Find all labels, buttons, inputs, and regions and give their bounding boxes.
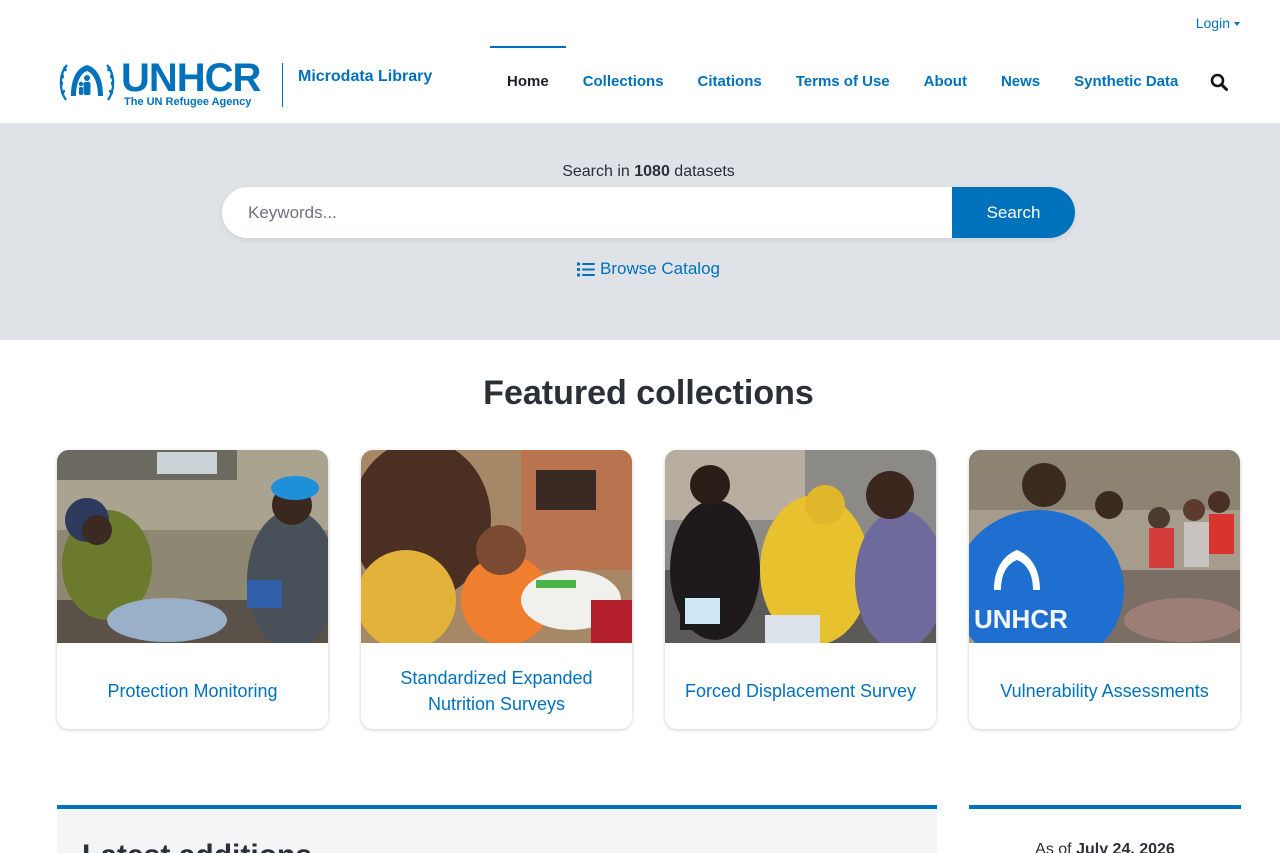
featured-cards: Protection Monitoring Standardized Expan…	[57, 450, 1240, 729]
nav-home[interactable]: Home	[490, 46, 566, 116]
nav-collections[interactable]: Collections	[566, 46, 681, 116]
site-name[interactable]: Microdata Library	[298, 68, 432, 86]
logo-divider	[282, 63, 283, 107]
collection-photo: UNHCR	[969, 450, 1240, 670]
collection-card-label: Forced Displacement Survey	[684, 681, 917, 701]
nav-synthetic-data[interactable]: Synthetic Data	[1057, 46, 1195, 116]
collection-card-forced-displacement[interactable]: Forced Displacement Survey	[665, 450, 936, 729]
as-of-date: July 24, 2026	[1076, 841, 1175, 853]
nav-citations[interactable]: Citations	[681, 46, 779, 116]
search-hero: Search in 1080 datasets Search Browse Ca…	[0, 124, 1280, 340]
unhcr-emblem-icon	[59, 64, 115, 101]
collection-card-label: Protection Monitoring	[107, 681, 278, 701]
caret-down-icon	[1234, 21, 1240, 26]
collection-photo	[57, 450, 328, 650]
as-of-text: As of July 24, 2026	[969, 841, 1241, 853]
search-caption: Search in 1080 datasets	[0, 163, 1280, 181]
browse-catalog-label: Browse Catalog	[599, 259, 720, 278]
login-link[interactable]: Login	[1196, 15, 1240, 31]
keywords-search-input[interactable]	[222, 187, 952, 238]
main-nav: Home Collections Citations Terms of Use …	[490, 46, 1195, 116]
browse-catalog-link[interactable]: Browse Catalog	[0, 259, 1280, 282]
site-header: Login UNHCR The UN Refugee Agency Microd…	[0, 0, 1280, 124]
as-of-prefix: As of	[1035, 841, 1072, 853]
list-icon	[576, 262, 595, 276]
logo-subtitle: The UN Refugee Agency	[124, 96, 252, 108]
caption-suffix: datasets	[674, 163, 735, 180]
logo-wordmark: UNHCR	[121, 56, 261, 100]
search-bar: Search	[222, 187, 1075, 238]
dataset-count: 1080	[634, 163, 670, 180]
search-icon[interactable]	[1210, 73, 1228, 91]
unhcr-logo[interactable]: UNHCR The UN Refugee Agency	[57, 56, 271, 110]
featured-collections-title: Featured collections	[483, 374, 814, 412]
nav-news[interactable]: News	[984, 46, 1057, 116]
nav-about[interactable]: About	[907, 46, 984, 116]
logo-text: UNHCR The UN Refugee Agency	[121, 56, 271, 110]
as-of-panel: As of July 24, 2026	[969, 805, 1241, 853]
latest-additions-panel: Latest additions	[57, 805, 937, 853]
caption-prefix: Search in	[562, 163, 630, 180]
collection-photo	[361, 450, 632, 650]
search-button[interactable]: Search	[952, 187, 1075, 238]
collection-card-nutrition-surveys[interactable]: Standardized Expanded Nutrition Surveys	[361, 450, 632, 729]
collection-photo	[665, 450, 936, 650]
collection-card-label: Vulnerability Assessments	[1000, 681, 1209, 701]
collection-card-label: Standardized Expanded Nutrition Surveys	[400, 668, 593, 714]
collection-card-protection-monitoring[interactable]: Protection Monitoring	[57, 450, 328, 729]
unhcr-shirt-logo: UNHCR	[974, 604, 1068, 634]
collection-card-vulnerability-assessments[interactable]: UNHCR Vulnerability Assessments	[969, 450, 1240, 729]
login-label: Login	[1195, 15, 1230, 31]
latest-additions-title: Latest additions	[82, 839, 312, 853]
nav-terms-of-use[interactable]: Terms of Use	[779, 46, 907, 116]
